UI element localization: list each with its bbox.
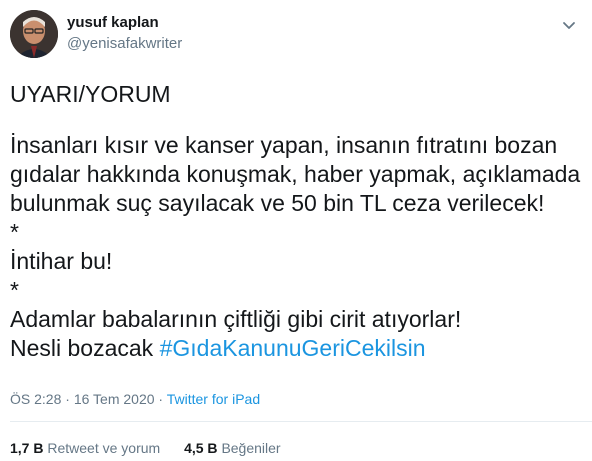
tweet-line: bulunmak suç sayılacak ve 50 bin TL ceza… [10,190,545,216]
tweet-source-link[interactable]: Twitter for iPad [167,391,260,407]
tweet-meta: ÖS 2:28 · 16 Tem 2020 · Twitter for iPad [10,391,260,407]
likes-stat[interactable]: 4,5 B Beğeniler [184,440,281,456]
tweet-line-prefix: Nesli bozacak [10,335,160,361]
retweets-label: Retweet ve yorum [47,440,161,456]
retweets-count: 1,7 B [10,440,44,456]
tweet-last-line: Nesli bozacak #GıdaKanunuGeriCekilsin [10,334,582,363]
tweet-heading: UYARI/YORUM [10,81,171,107]
tweet-line: Adamlar babalarının çiftliği gibi cirit … [10,306,462,332]
tweet-line: İnsanları kısır ve kanser yapan, insanın… [10,132,558,158]
tweet-time[interactable]: ÖS 2:28 [10,391,61,407]
tweet-line: * [10,277,19,303]
retweets-stat[interactable]: 1,7 B Retweet ve yorum [10,440,160,456]
likes-label: Beğeniler [221,440,281,456]
profile-photo-icon [10,10,58,58]
chevron-down-icon[interactable] [560,16,578,34]
avatar[interactable] [10,10,58,58]
author-handle[interactable]: @yenisafakwriter [67,35,182,52]
hashtag-link[interactable]: #GıdaKanunuGeriCekilsin [160,335,426,361]
tweet-stats: 1,7 B Retweet ve yorum 4,5 B Beğeniler [10,440,301,456]
divider [10,421,592,422]
tweet-text: UYARI/YORUM İnsanları kısır ve kanser ya… [10,80,582,363]
tweet-line: * [10,219,19,245]
tweet-card: yusuf kaplan @yenisafakwriter UYARI/YORU… [0,0,592,461]
author-display-name[interactable]: yusuf kaplan [67,14,159,31]
likes-count: 4,5 B [184,440,218,456]
tweet-line: İntihar bu! [10,248,113,274]
tweet-date[interactable]: 16 Tem 2020 [74,391,155,407]
meta-separator: · [65,391,70,407]
meta-separator: · [158,391,164,407]
tweet-line: gıdalar hakkında konuşmak, haber yapmak,… [10,161,581,187]
